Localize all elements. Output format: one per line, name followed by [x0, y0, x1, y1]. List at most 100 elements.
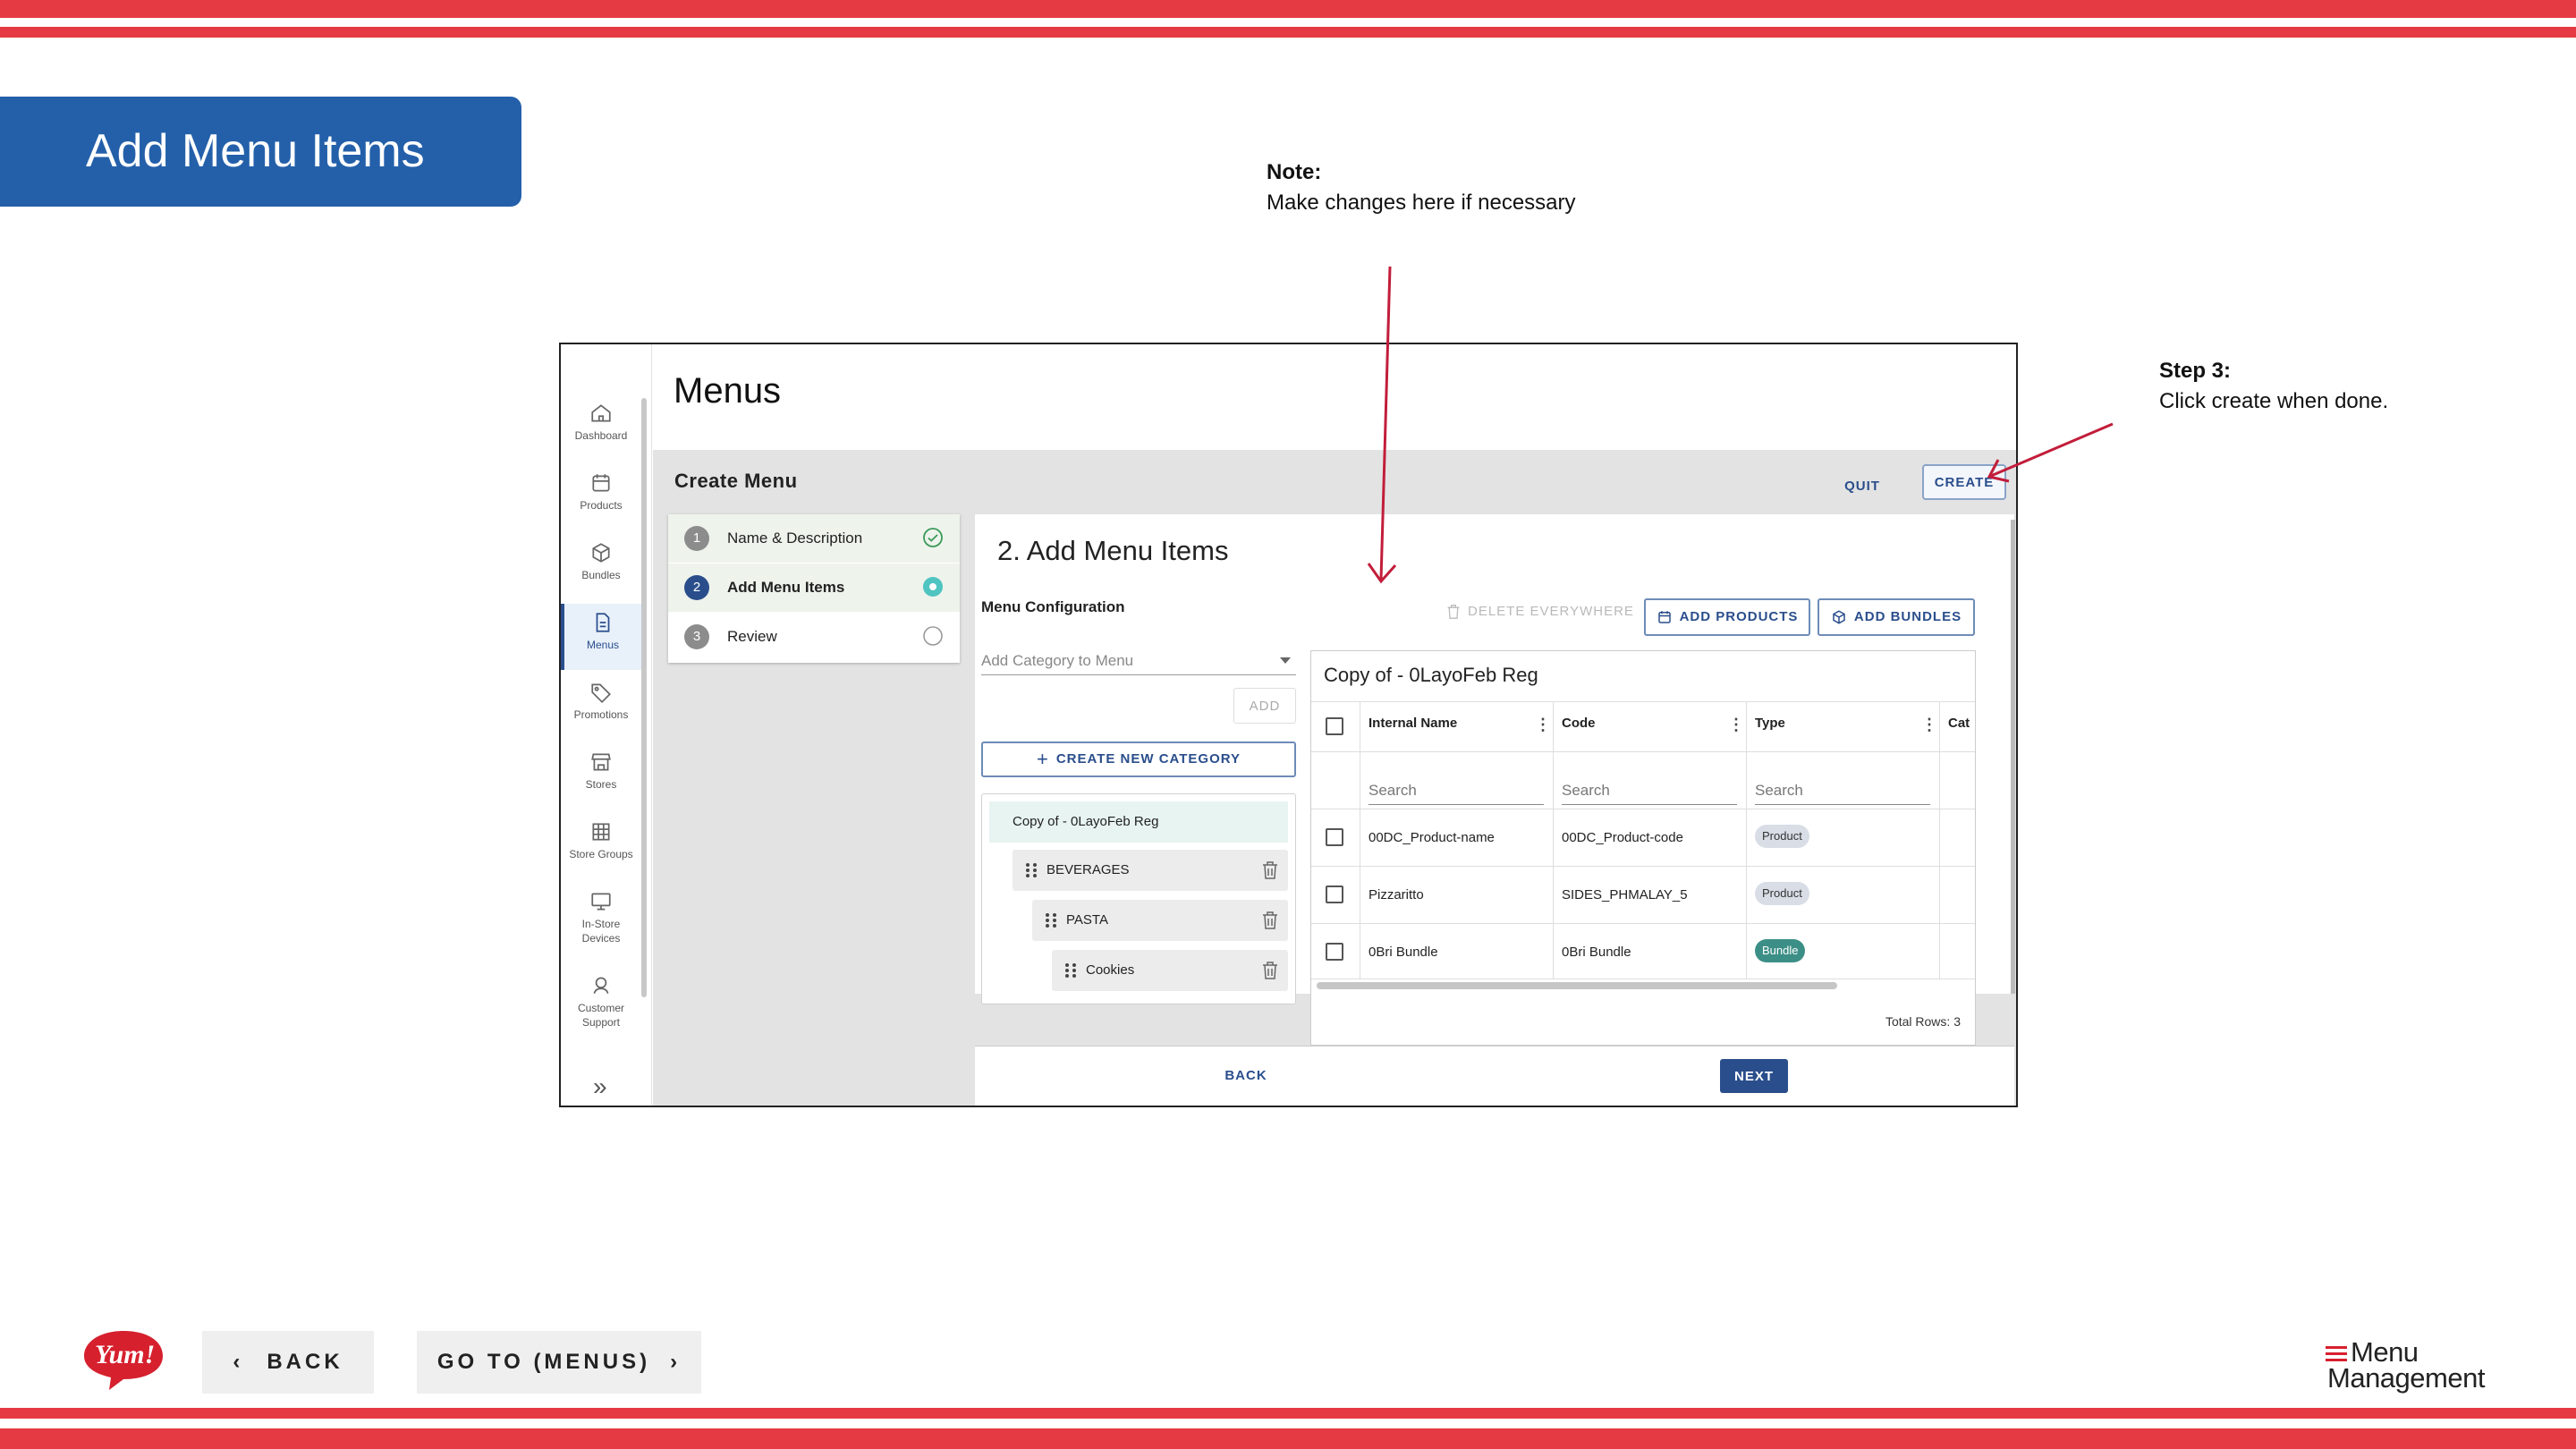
step-callout: Step 3: Click create when done.: [2159, 356, 2388, 417]
add-category-button[interactable]: ADD: [1233, 688, 1296, 724]
tree-root-item[interactable]: Copy of - 0LayoFeb Reg: [989, 801, 1288, 843]
section-title: 2. Add Menu Items: [997, 535, 1229, 566]
trash-icon[interactable]: [1261, 911, 1279, 930]
cell-code: 0Bri Bundle: [1562, 945, 1631, 960]
add-products-label: ADD PRODUCTS: [1679, 608, 1799, 624]
vertical-scrollbar[interactable]: [2011, 520, 2015, 994]
add-products-button[interactable]: ADD PRODUCTS: [1644, 598, 1810, 636]
column-header[interactable]: Type: [1755, 716, 1785, 731]
sidebar-item-customer-support[interactable]: Customer Support: [561, 967, 641, 1042]
grid-divider: [1311, 923, 1975, 924]
row-checkbox[interactable]: [1326, 943, 1343, 961]
search-input[interactable]: Search: [1368, 782, 1544, 805]
goto-menus-button[interactable]: GO TO (MENUS) ›: [417, 1331, 701, 1394]
create-new-category-button[interactable]: + CREATE NEW CATEGORY: [981, 741, 1296, 777]
wizard-next-button[interactable]: NEXT: [1720, 1059, 1788, 1093]
search-input[interactable]: Search: [1755, 782, 1930, 805]
search-input[interactable]: Search: [1562, 782, 1737, 805]
select-all-checkbox[interactable]: [1326, 717, 1343, 735]
sidebar-item-label: Products: [580, 499, 623, 512]
delete-everywhere-button[interactable]: DELETE EVERYWHERE: [1446, 598, 1634, 625]
row-checkbox[interactable]: [1326, 828, 1343, 846]
sidebar-item-in-store-devices[interactable]: In-Store Devices: [561, 883, 641, 958]
plus-icon: +: [1036, 748, 1049, 770]
create-menu-title: Create Menu: [674, 470, 798, 492]
cell-code: SIDES_PHMALAY_5: [1562, 887, 1688, 902]
row-checkbox[interactable]: [1326, 886, 1343, 903]
add-category-placeholder: Add Category to Menu: [981, 652, 1134, 669]
cell-internal-name: 0Bri Bundle: [1368, 945, 1438, 960]
sidebar: Dashboard Products Bundles Menus Promoti…: [561, 344, 652, 1106]
radio-empty-icon: [923, 626, 943, 646]
sidebar-item-promotions[interactable]: Promotions: [561, 674, 641, 740]
sidebar-item-label: Customer Support: [577, 1002, 624, 1029]
box-icon: [592, 543, 610, 563]
menu-configuration-label: Menu Configuration: [981, 598, 1125, 615]
column-header[interactable]: Internal Name: [1368, 716, 1457, 731]
note-text: Make changes here if necessary: [1267, 191, 1576, 215]
sidebar-item-store-groups[interactable]: Store Groups: [561, 813, 641, 879]
box-icon: [1833, 610, 1845, 624]
wizard-footer: [975, 1046, 2014, 1106]
expand-sidebar-icon[interactable]: »: [593, 1072, 607, 1101]
drag-handle-icon[interactable]: [1045, 912, 1057, 928]
tree-category-item[interactable]: BEVERAGES: [1013, 850, 1288, 891]
step-name-description[interactable]: 1 Name & Description: [668, 514, 960, 563]
sidebar-scrollbar[interactable]: [641, 398, 647, 997]
back-nav-button[interactable]: ‹ BACK: [202, 1331, 374, 1394]
step-label: Name & Description: [727, 530, 863, 547]
sidebar-item-products[interactable]: Products: [561, 464, 641, 530]
step-text: Click create when done.: [2159, 389, 2389, 413]
sidebar-item-stores[interactable]: Stores: [561, 743, 641, 809]
sidebar-item-label: Stores: [585, 778, 617, 791]
add-bundles-button[interactable]: ADD BUNDLES: [1818, 598, 1975, 636]
horizontal-scrollbar[interactable]: [1317, 982, 1837, 989]
delete-everywhere-label: DELETE EVERYWHERE: [1468, 603, 1634, 619]
tag-icon: [591, 683, 611, 704]
sidebar-item-menus[interactable]: Menus: [561, 604, 641, 670]
tree-category-item[interactable]: PASTA: [1032, 900, 1288, 941]
page-title: Menus: [674, 371, 782, 411]
radio-selected-icon: [923, 577, 943, 597]
menu-items-grid: Copy of - 0LayoFeb Reg Internal Name ⋮ C…: [1310, 650, 1976, 1046]
home-icon: [591, 404, 611, 422]
store-icon: [591, 753, 611, 771]
column-menu-icon[interactable]: ⋮: [1535, 716, 1551, 734]
create-button[interactable]: CREATE: [1922, 464, 2006, 500]
trash-icon: [1447, 605, 1460, 619]
grid-divider: [1311, 701, 1975, 702]
sidebar-item-bundles[interactable]: Bundles: [561, 534, 641, 600]
tree-item-label: Cookies: [1086, 962, 1135, 978]
tree-category-item[interactable]: Cookies: [1052, 950, 1288, 991]
calendar-icon: [592, 474, 610, 492]
tree-item-label: PASTA: [1066, 912, 1108, 928]
bottom-stripe-thin: [0, 1408, 2576, 1419]
drag-handle-icon[interactable]: [1025, 862, 1038, 878]
top-stripe: [0, 0, 2576, 18]
add-category-select[interactable]: Add Category to Menu: [981, 648, 1296, 675]
back-nav-label: BACK: [267, 1350, 343, 1374]
column-menu-icon[interactable]: ⋮: [1921, 716, 1937, 734]
step-label: Add Menu Items: [727, 579, 845, 596]
grid-divider: [1746, 701, 1747, 979]
sidebar-item-dashboard[interactable]: Dashboard: [561, 394, 641, 461]
step-number: 3: [684, 624, 709, 649]
note-callout: Note: Make changes here if necessary: [1267, 157, 1576, 218]
drag-handle-icon[interactable]: [1064, 962, 1077, 979]
trash-icon[interactable]: [1261, 860, 1279, 880]
quit-button[interactable]: QUIT: [1835, 471, 1889, 500]
chevron-right-icon: ›: [670, 1350, 682, 1374]
column-menu-icon[interactable]: ⋮: [1728, 716, 1744, 734]
step-label: Review: [727, 628, 777, 645]
trash-icon[interactable]: [1261, 961, 1279, 980]
column-header[interactable]: Code: [1562, 716, 1596, 731]
column-header[interactable]: Cat: [1948, 716, 1970, 731]
sidebar-item-label: Menus: [586, 639, 620, 651]
type-badge: Product: [1755, 882, 1809, 905]
wizard-back-button[interactable]: BACK: [1217, 1060, 1275, 1090]
step-review[interactable]: 3 Review: [668, 613, 960, 661]
app-screenshot: Dashboard Products Bundles Menus Promoti…: [559, 343, 2018, 1107]
goto-menus-label: GO TO (MENUS): [436, 1350, 651, 1374]
bottom-stripe: [0, 1428, 2576, 1449]
step-add-menu-items[interactable]: 2 Add Menu Items: [668, 564, 960, 612]
